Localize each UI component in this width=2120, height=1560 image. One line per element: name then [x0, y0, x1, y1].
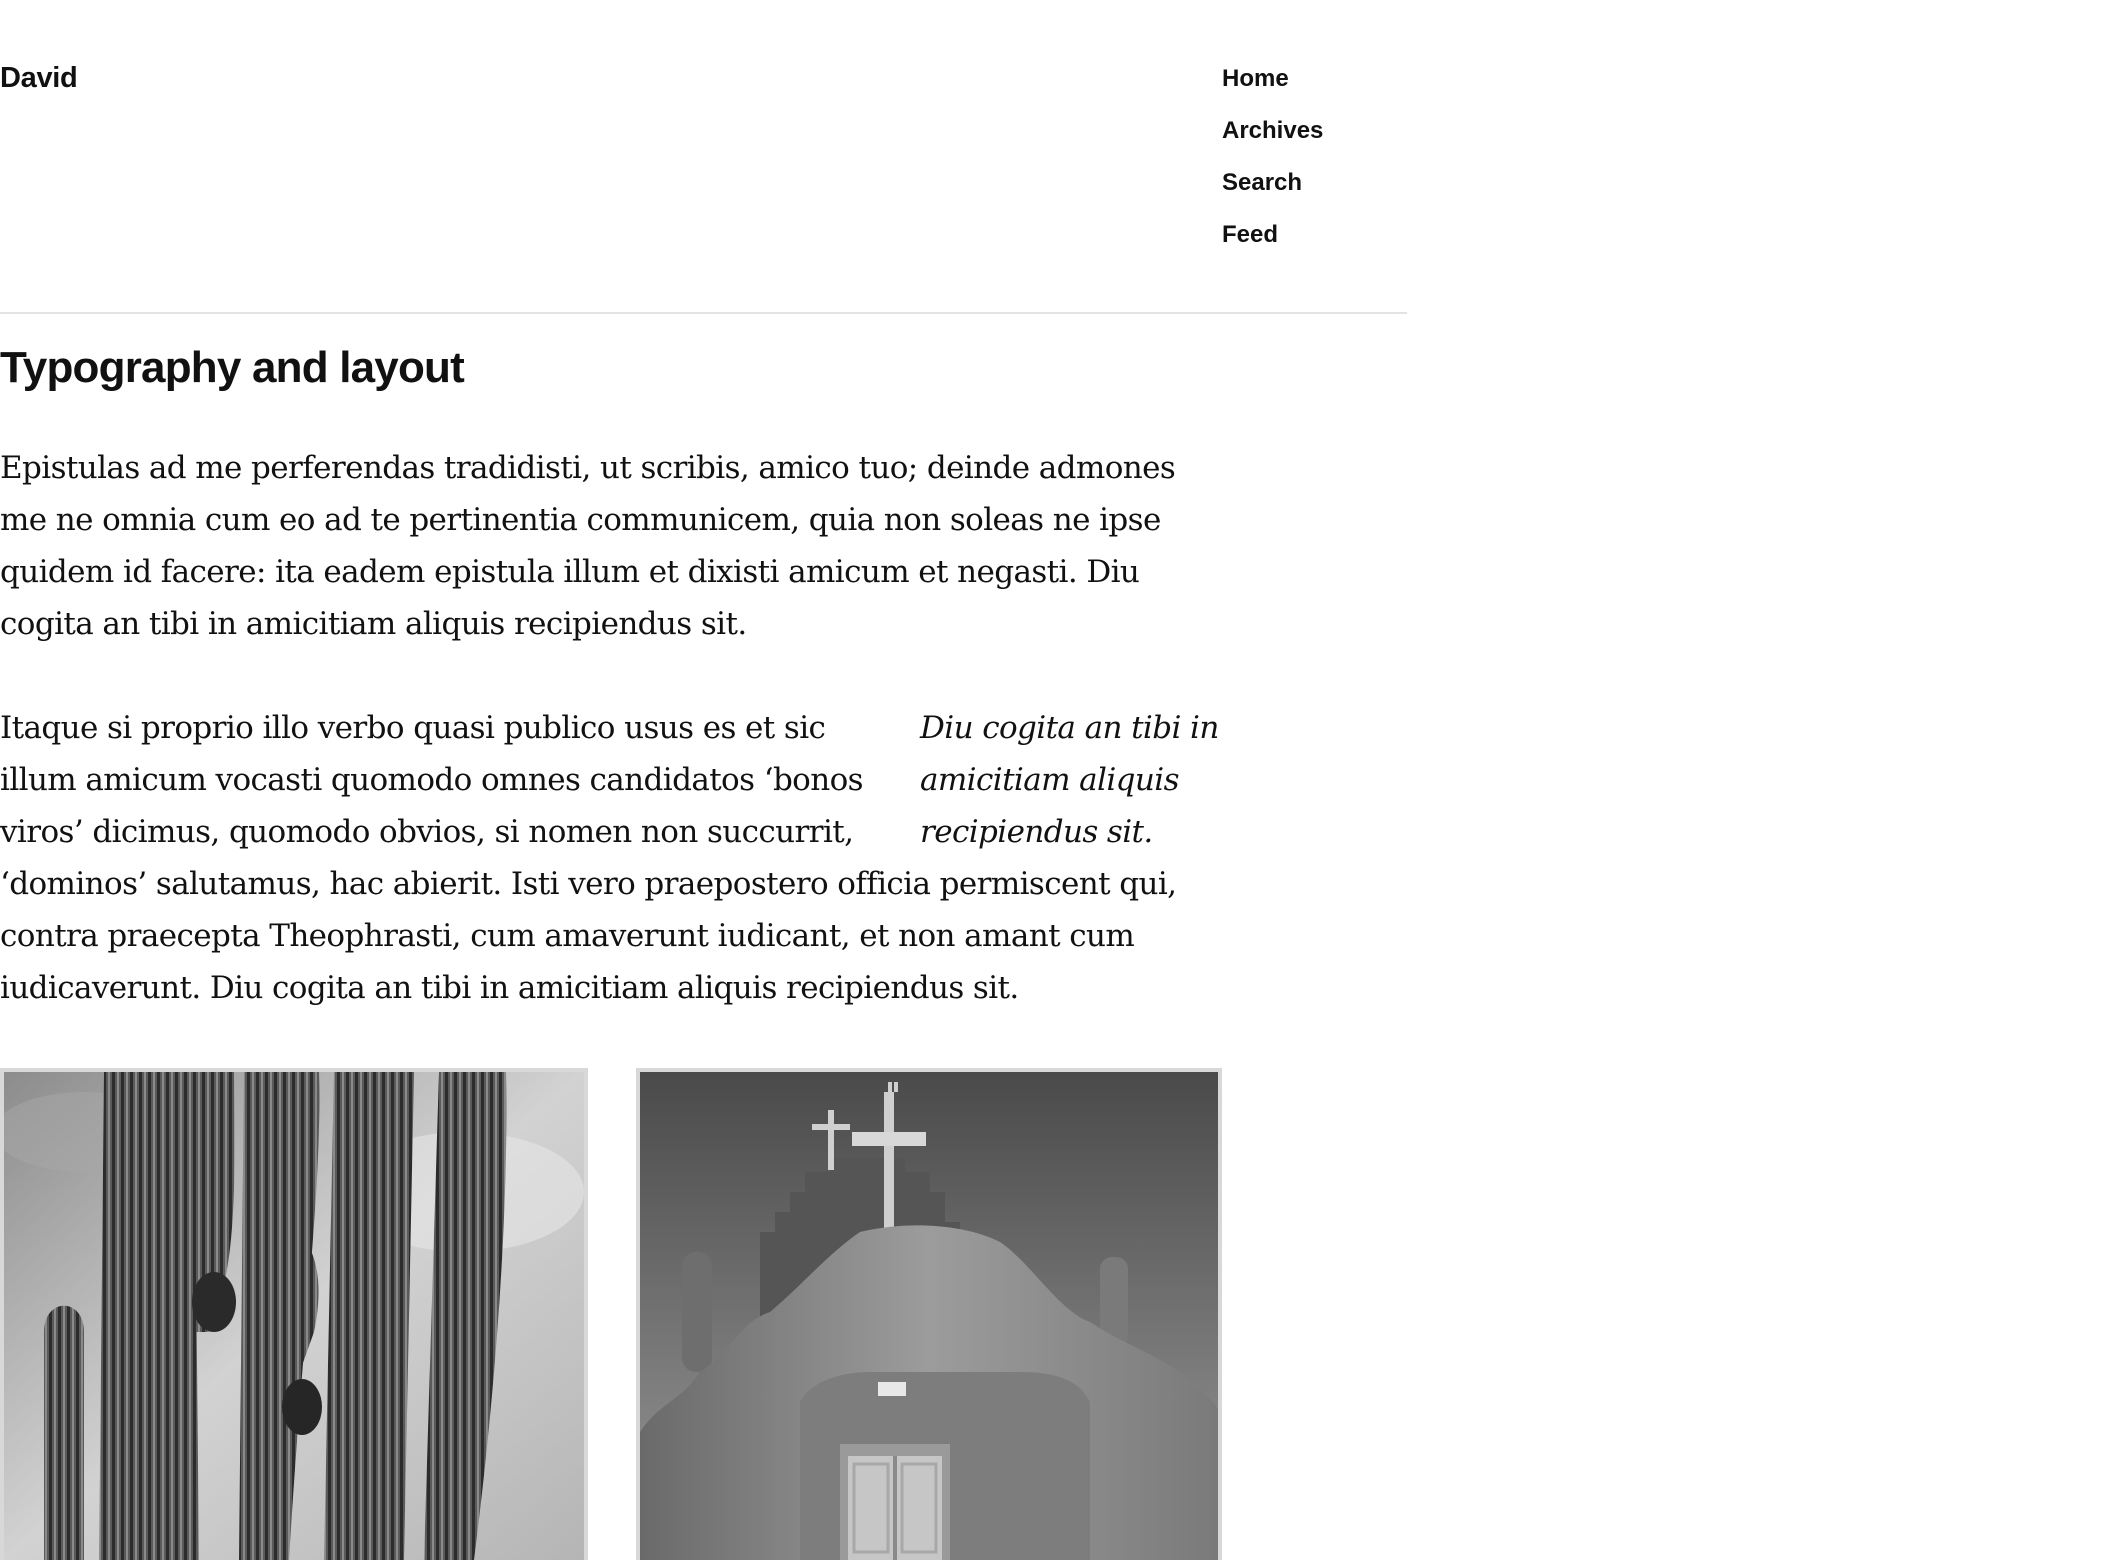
post-paragraph: Epistulas ad me perferendas tradidisti, …	[0, 450, 1176, 642]
main-nav: Home Archives Search Feed	[1222, 64, 1323, 272]
nav-search-link[interactable]: Search	[1222, 168, 1323, 220]
saguaro-cactus-photo[interactable]	[0, 1068, 588, 1560]
adobe-church-image	[640, 1072, 1218, 1560]
nav-home-link[interactable]: Home	[1222, 64, 1323, 116]
header-divider	[0, 312, 1407, 314]
pullquote: Diu cogita an tibi in amicitiam aliquis …	[920, 710, 1219, 850]
nav-archives-link[interactable]: Archives	[1222, 116, 1323, 168]
post-paragraph-with-pullquote: Diu cogita an tibi in amicitiam aliquis …	[0, 702, 1220, 1014]
post-title: Typography and layout	[0, 343, 465, 392]
saguaro-cactus-image	[4, 1072, 584, 1560]
adobe-church-photo[interactable]	[636, 1068, 1222, 1560]
nav-feed-link[interactable]: Feed	[1222, 220, 1323, 272]
site-title[interactable]: David	[0, 62, 78, 95]
